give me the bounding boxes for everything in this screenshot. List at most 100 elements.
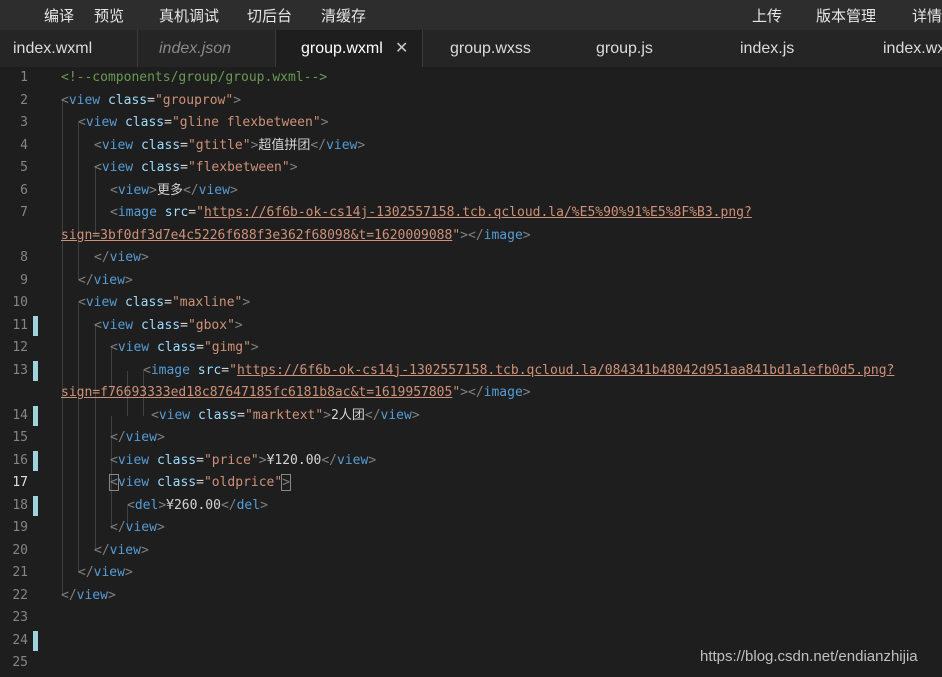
code-line-6: <view>更多</view> bbox=[110, 180, 238, 203]
line-number: 22 bbox=[12, 587, 28, 603]
line-number: 14 bbox=[12, 407, 28, 423]
tag-bracket: > bbox=[522, 227, 531, 243]
attr-name: src bbox=[164, 205, 189, 220]
tag-bracket: > bbox=[323, 407, 332, 423]
tag-bracket: </ bbox=[182, 182, 199, 198]
close-tab-icon[interactable]: ✕ bbox=[395, 30, 408, 67]
attr-name: class bbox=[140, 160, 181, 175]
tag-bracket: > bbox=[140, 542, 149, 558]
tab-index-wxml[interactable]: index.wxml bbox=[0, 30, 137, 67]
tag-bracket: > bbox=[460, 385, 468, 400]
tag-bracket: </ bbox=[321, 452, 338, 468]
tag-name: view bbox=[68, 92, 101, 108]
tag-bracket: </ bbox=[468, 385, 484, 400]
tag-bracket: < bbox=[78, 295, 86, 310]
code-line-1: <!--components/group/group.wxml--> bbox=[61, 67, 327, 90]
attr-name: class bbox=[156, 475, 197, 490]
line-number: 6 bbox=[20, 182, 28, 198]
tab-group-wxml[interactable]: group.wxml ✕ bbox=[276, 30, 422, 67]
code-line-2: <view class="grouprow"> bbox=[61, 90, 241, 113]
tag-name: del bbox=[134, 497, 159, 513]
attr-value: "maxline" bbox=[171, 295, 243, 310]
tag-name: view bbox=[117, 182, 150, 198]
tag-bracket: </ bbox=[364, 407, 381, 423]
text-content: ¥120.00 bbox=[266, 452, 322, 468]
tag-bracket: > bbox=[234, 317, 243, 333]
tag-name: view bbox=[109, 542, 141, 558]
attr-value: "gtitle" bbox=[187, 137, 251, 153]
tag-bracket: > bbox=[460, 227, 468, 243]
equals: = bbox=[196, 452, 204, 468]
code-line-21: </view> bbox=[78, 562, 133, 585]
tag-bracket: < bbox=[110, 182, 118, 198]
tag-bracket: > bbox=[124, 272, 133, 288]
line-number: 3 bbox=[20, 115, 28, 130]
attr-name: class bbox=[140, 137, 181, 153]
version-management-button[interactable]: 版本管理 bbox=[816, 5, 876, 26]
tab-group-wxss[interactable]: group.wxss bbox=[423, 30, 570, 67]
matched-bracket: < bbox=[109, 474, 119, 491]
line-number-current: 17 bbox=[12, 475, 28, 490]
equals: = bbox=[180, 317, 188, 333]
tag-bracket: < bbox=[127, 497, 135, 513]
url-link[interactable]: sign=3bf0df3d7e4c5226f688f3e362f68098&t=… bbox=[61, 228, 452, 243]
equals: = bbox=[188, 205, 197, 220]
details-button[interactable]: 详情 bbox=[912, 5, 942, 26]
url-link[interactable]: https://6f6b-ok-cs14j-1302557158.tcb.qcl… bbox=[204, 205, 752, 220]
tag-bracket: > bbox=[156, 520, 165, 535]
tag-bracket: < bbox=[110, 452, 118, 468]
attr-value: "marktext" bbox=[244, 407, 324, 423]
background-button[interactable]: 切后台 bbox=[247, 5, 292, 26]
line-number: 21 bbox=[12, 565, 28, 580]
tag-bracket: < bbox=[94, 137, 102, 153]
tab-label: group.js bbox=[596, 40, 653, 57]
text-content: 更多 bbox=[156, 182, 183, 198]
remote-debug-button[interactable]: 真机调试 bbox=[159, 5, 219, 26]
modified-line-marker bbox=[33, 496, 38, 516]
editor-tab-bar: index.wxml index.json group.wxml ✕ group… bbox=[0, 30, 942, 68]
code-line-7: <image src="https://6f6b-ok-cs14j-130255… bbox=[110, 202, 752, 225]
equals: = bbox=[147, 92, 155, 108]
tag-name: view bbox=[198, 182, 230, 198]
tag-bracket: > bbox=[368, 452, 377, 468]
tab-index-wxml-2[interactable]: index.wxml bbox=[857, 30, 942, 67]
line-number: 7 bbox=[20, 205, 28, 220]
watermark-text: https://blog.csdn.net/endianzhijia bbox=[700, 648, 918, 665]
tag-name: view bbox=[76, 587, 108, 603]
tag-name: del bbox=[236, 497, 261, 513]
compile-button[interactable]: 编译 bbox=[44, 5, 74, 26]
tag-bracket: > bbox=[158, 497, 167, 513]
attr-value: "price" bbox=[203, 452, 259, 468]
tab-label: group.wxss bbox=[450, 40, 531, 57]
line-number: 1 bbox=[20, 70, 28, 85]
text-content: ¥260.00 bbox=[166, 497, 221, 513]
tag-name: view bbox=[125, 430, 157, 445]
code-editor[interactable]: 1 2 3 4 5 6 7 8 9 10 11 12 13 14 15 16 1… bbox=[0, 67, 942, 677]
code-line-13-wrap: sign=f76693333ed18c87647185fc6181b8ac&t=… bbox=[61, 382, 531, 405]
tag-bracket: </ bbox=[78, 565, 94, 580]
tag-bracket: < bbox=[78, 115, 86, 130]
top-toolbar: 编译 预览 真机调试 切后台 清缓存 上传 版本管理 详情 bbox=[0, 0, 942, 30]
line-number: 12 bbox=[12, 340, 28, 355]
tag-name: view bbox=[158, 407, 191, 423]
clear-cache-button[interactable]: 清缓存 bbox=[321, 5, 366, 26]
attr-value: "gimg" bbox=[203, 340, 251, 355]
tab-group-js[interactable]: group.js bbox=[570, 30, 712, 67]
url-link[interactable]: sign=f76693333ed18c87647185fc6181b8ac&t=… bbox=[61, 385, 452, 400]
line-number: 15 bbox=[12, 430, 28, 445]
line-number: 24 bbox=[12, 632, 28, 648]
url-link[interactable]: https://6f6b-ok-cs14j-1302557158.tcb.qcl… bbox=[237, 363, 894, 378]
upload-button[interactable]: 上传 bbox=[752, 5, 782, 26]
indent-guide bbox=[95, 325, 96, 551]
preview-button[interactable]: 预览 bbox=[94, 5, 124, 26]
tab-index-js[interactable]: index.js bbox=[712, 30, 857, 67]
equals: = bbox=[164, 295, 172, 310]
tag-bracket: </ bbox=[61, 587, 77, 603]
attr-name: class bbox=[156, 452, 197, 468]
attr-name: class bbox=[107, 92, 148, 108]
equals: = bbox=[164, 115, 172, 130]
tab-index-json[interactable]: index.json bbox=[138, 30, 275, 67]
tag-bracket: < bbox=[143, 362, 151, 378]
line-number: 4 bbox=[20, 137, 28, 153]
tag-bracket: < bbox=[94, 317, 102, 333]
